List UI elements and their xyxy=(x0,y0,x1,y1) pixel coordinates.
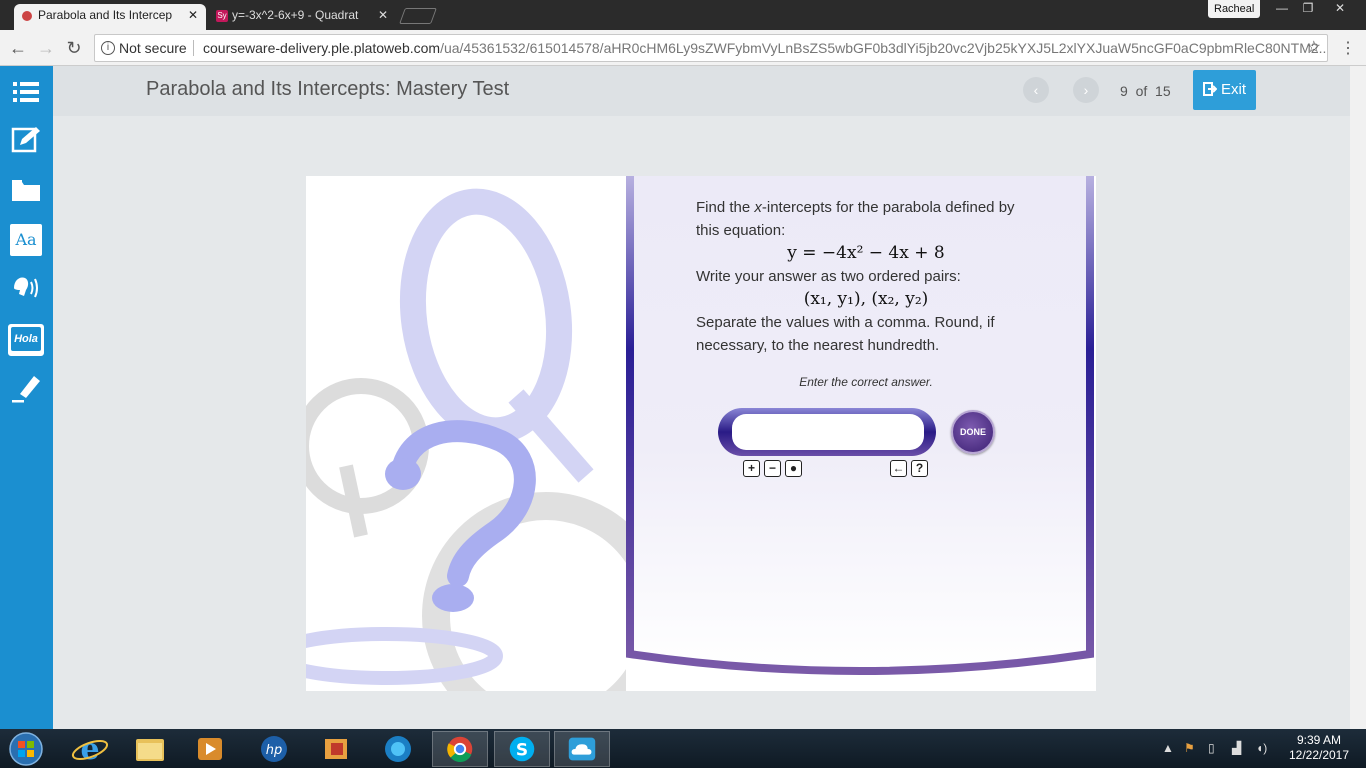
file-explorer-icon[interactable] xyxy=(122,731,178,767)
media-center-icon[interactable] xyxy=(370,731,426,767)
equation: y = −4x² − 4x + 8 xyxy=(787,243,945,263)
next-question-button[interactable]: › xyxy=(1073,77,1099,103)
dictionary-icon[interactable]: Aa xyxy=(10,224,42,256)
svg-text:S: S xyxy=(516,741,528,761)
exit-button[interactable]: Exit xyxy=(1193,70,1256,110)
question-variable: x xyxy=(754,199,762,216)
address-toolbar: ← → ↻ i Not secure courseware-delivery.p… xyxy=(0,30,1366,66)
security-label: Not secure xyxy=(119,40,187,56)
translate-label: Hola xyxy=(11,327,41,351)
network-icon[interactable]: ▟ xyxy=(1232,741,1241,755)
tools-sidebar: Aa Hola xyxy=(0,66,53,729)
exit-icon xyxy=(1203,82,1217,96)
plus-button[interactable]: + xyxy=(743,460,760,477)
tab-quadratic[interactable]: Sy y=-3x^2-6x+9 - Quadrat ✕ xyxy=(208,4,396,30)
info-icon[interactable]: i xyxy=(101,41,115,55)
svg-text:hp: hp xyxy=(266,743,283,758)
page-title: Parabola and Its Intercepts: Mastery Tes… xyxy=(146,78,510,100)
close-icon[interactable]: ✕ xyxy=(378,4,388,26)
exit-label: Exit xyxy=(1221,81,1247,98)
chrome-icon[interactable] xyxy=(432,731,488,767)
question-line-1: Find the x-intercepts for the parabola d… xyxy=(696,196,1036,242)
page-counter: 9 of 15 xyxy=(1120,83,1171,99)
help-button[interactable]: ? xyxy=(911,460,928,477)
icloud-icon[interactable] xyxy=(554,731,610,767)
clock-time: 9:39 AM xyxy=(1296,733,1342,747)
battery-icon[interactable]: ▯ xyxy=(1208,741,1215,755)
app-header: Parabola and Its Intercepts: Mastery Tes… xyxy=(53,66,1350,116)
svg-text:e: e xyxy=(80,732,99,767)
list-icon[interactable] xyxy=(10,76,42,108)
question-card: Find the x-intercepts for the parabola d… xyxy=(306,176,1096,691)
url-host: courseware-delivery.ple.platoweb.com xyxy=(203,40,441,56)
office-app-icon[interactable] xyxy=(308,731,364,767)
action-center-icon[interactable]: ⚑ xyxy=(1184,741,1195,755)
new-tab-button[interactable] xyxy=(399,8,437,24)
address-bar[interactable]: i Not secure courseware-delivery.ple.pla… xyxy=(94,34,1328,62)
speaker-icon[interactable] xyxy=(10,272,42,304)
dot-button[interactable]: ● xyxy=(785,460,802,477)
browser-menu-icon[interactable]: ⋮ xyxy=(1340,38,1356,58)
forward-icon[interactable]: → xyxy=(34,36,58,60)
url-path: /ua/45361532/615014578/aHR0cHM6Ly9sZWFyb… xyxy=(440,40,1328,56)
restore-icon[interactable]: ❐ xyxy=(1294,0,1322,18)
ordered-pairs-format: (x₁, y₁), (x₂, y₂) xyxy=(803,289,929,309)
reload-icon[interactable]: ↻ xyxy=(62,36,86,60)
minimize-icon[interactable]: — xyxy=(1268,0,1296,18)
previous-question-button[interactable]: ‹ xyxy=(1023,77,1049,103)
translate-icon[interactable]: Hola xyxy=(8,324,44,356)
highlighter-icon[interactable] xyxy=(10,372,42,404)
answer-input[interactable] xyxy=(732,414,924,450)
browser-tab-bar: Parabola and Its Intercep ✕ Sy y=-3x^2-6… xyxy=(0,0,1366,30)
backspace-button[interactable]: ← xyxy=(890,460,907,477)
volume-icon[interactable]: ◖) xyxy=(1256,741,1267,755)
media-player-icon[interactable] xyxy=(182,731,238,767)
tab-favicon-icon xyxy=(22,11,32,21)
page-current: 9 xyxy=(1120,83,1128,99)
question-line-3: Separate the values with a comma. Round,… xyxy=(696,314,995,354)
internet-explorer-icon[interactable]: e xyxy=(62,731,118,767)
question-text: Find the x-intercepts for the parabola d… xyxy=(696,196,1036,357)
instruction-text: Enter the correct answer. xyxy=(799,375,933,389)
tab-title: y=-3x^2-6x+9 - Quadrat xyxy=(232,8,359,22)
question-line-2: Write your answer as two ordered pairs: xyxy=(696,268,961,285)
tab-favicon-icon: Sy xyxy=(216,10,228,22)
hp-icon[interactable]: hp xyxy=(246,731,302,767)
page-total: 15 xyxy=(1155,83,1171,99)
skype-icon[interactable]: S xyxy=(494,731,550,767)
close-icon[interactable]: ✕ xyxy=(188,4,198,26)
page-of: of xyxy=(1135,83,1148,99)
divider xyxy=(193,40,194,56)
done-button[interactable]: DONE xyxy=(951,410,995,454)
clock-date: 12/22/2017 xyxy=(1288,748,1350,762)
windows-taskbar: e hp S ▲ ⚑ ▯ ▟ ◖) 9:39 AM 12/22/2017 xyxy=(0,729,1366,768)
edit-icon[interactable] xyxy=(10,124,42,156)
question-mark-illustration xyxy=(306,188,626,691)
start-button[interactable] xyxy=(4,731,48,767)
url-text: courseware-delivery.ple.platoweb.com/ua/… xyxy=(203,35,1328,61)
question-line-1a: Find the xyxy=(696,199,755,216)
back-icon[interactable]: ← xyxy=(6,36,30,60)
folder-icon[interactable] xyxy=(10,174,42,206)
bookmark-star-icon[interactable]: ☆ xyxy=(1307,35,1321,61)
tab-title: Parabola and Its Intercep xyxy=(38,8,173,22)
profile-button[interactable]: Racheal xyxy=(1208,0,1261,18)
tab-parabola[interactable]: Parabola and Its Intercep ✕ xyxy=(14,4,206,30)
page-scrollbar[interactable] xyxy=(1350,66,1366,729)
close-window-icon[interactable]: ✕ xyxy=(1326,0,1354,18)
question-panel: Find the x-intercepts for the parabola d… xyxy=(626,176,1096,691)
system-clock[interactable]: 9:39 AM 12/22/2017 xyxy=(1286,733,1352,763)
show-hidden-icons[interactable]: ▲ xyxy=(1162,741,1174,755)
minus-button[interactable]: − xyxy=(764,460,781,477)
